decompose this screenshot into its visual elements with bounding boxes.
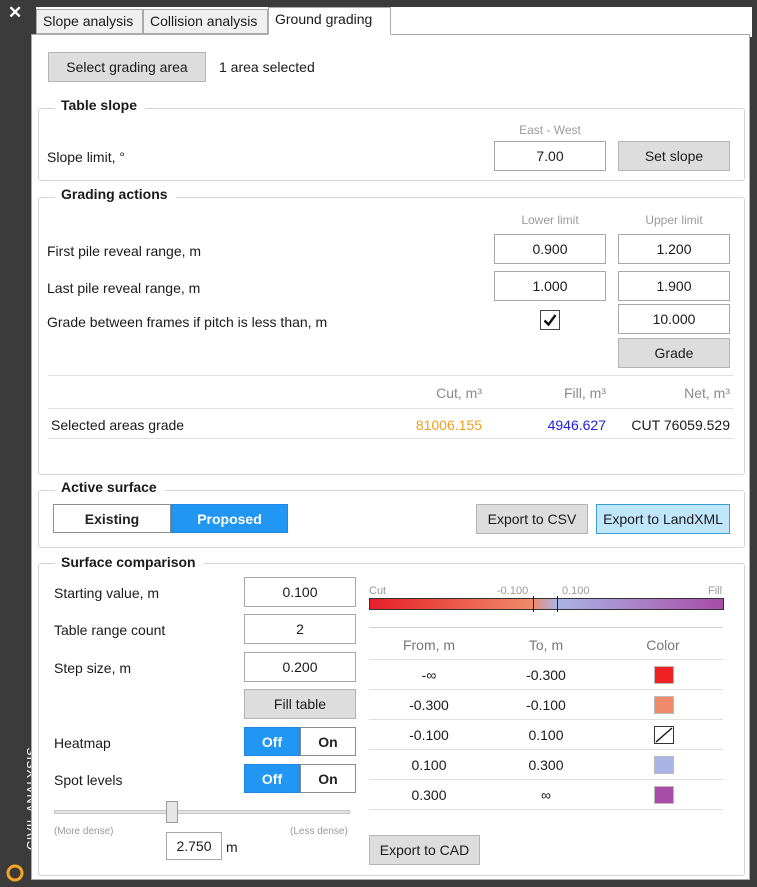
no-color-icon: [655, 727, 673, 743]
export-landxml-button[interactable]: Export to LandXML: [596, 504, 730, 534]
spot-levels-label: Spot levels: [54, 772, 123, 788]
frames-pitch-input[interactable]: 10.000: [618, 304, 730, 334]
range-row-to: 0.100: [528, 727, 564, 743]
gradient-fill-label: Fill: [708, 585, 723, 597]
range-color-swatch-none[interactable]: [654, 726, 674, 744]
range-color-header: Color: [646, 637, 680, 653]
lower-limit-header: Lower limit: [521, 213, 579, 227]
fill-value: 4946.627: [547, 417, 606, 433]
last-pile-label: Last pile reveal range, m: [47, 280, 201, 296]
slope-limit-input[interactable]: 7.00: [494, 141, 606, 171]
last-pile-upper-input[interactable]: 1.900: [618, 271, 730, 301]
cut-value: 81006.155: [415, 417, 482, 433]
first-pile-lower-input[interactable]: 0.900: [494, 234, 606, 264]
range-color-swatch[interactable]: [654, 696, 674, 714]
grade-button[interactable]: Grade: [618, 338, 730, 368]
gradient-high-label: 0.100: [562, 585, 590, 597]
slider-max-label: (Less dense): [290, 826, 348, 837]
last-pile-lower-input[interactable]: 1.000: [494, 271, 606, 301]
export-cad-button[interactable]: Export to CAD: [369, 835, 480, 865]
heatmap-gradient-bar: [369, 598, 724, 610]
range-table-top-divider: [369, 627, 723, 628]
results-header-divider: [48, 408, 734, 409]
first-pile-label: First pile reveal range, m: [47, 243, 202, 259]
export-csv-button[interactable]: Export to CSV: [476, 504, 588, 534]
cut-header: Cut, m³: [436, 385, 482, 401]
fill-table-button[interactable]: Fill table: [244, 689, 356, 719]
grade-between-frames-checkbox[interactable]: [540, 310, 560, 330]
active-surface-title: Active surface: [55, 479, 165, 495]
density-slider-thumb[interactable]: [166, 801, 179, 823]
grading-actions-title: Grading actions: [55, 186, 176, 202]
surface-comparison-title: Surface comparison: [55, 554, 204, 570]
net-header: Net, m³: [684, 385, 730, 401]
gradient-low-marker: [533, 596, 534, 612]
step-size-input[interactable]: 0.200: [244, 652, 356, 682]
sidebar: ✕ CIVIL ANALYSIS: [0, 0, 39, 887]
density-slider-track[interactable]: [54, 810, 350, 814]
heatmap-off-toggle[interactable]: Off: [244, 727, 300, 756]
range-row-from: 0.300: [411, 787, 447, 803]
surface-existing-option[interactable]: Existing: [53, 504, 171, 533]
range-row-from: 0.100: [411, 757, 447, 773]
range-row-to: -0.300: [526, 667, 566, 683]
range-row-divider: [369, 749, 723, 750]
table-range-count-input[interactable]: 2: [244, 614, 356, 644]
slope-limit-label: Slope limit, °: [47, 149, 125, 165]
app-logo-icon: [6, 864, 24, 882]
range-header-divider: [369, 659, 723, 660]
set-slope-button[interactable]: Set slope: [618, 141, 730, 171]
range-row-from: -0.100: [409, 727, 449, 743]
tab-ground-grading[interactable]: Ground grading: [268, 7, 391, 35]
range-row-to: ∞: [541, 787, 551, 803]
range-row-divider: [369, 689, 723, 690]
grade-between-frames-label: Grade between frames if pitch is less th…: [47, 314, 328, 330]
net-value: CUT 76059.529: [631, 417, 730, 433]
gradient-low-label: -0.100: [497, 585, 529, 597]
gradient-cut-label: Cut: [369, 585, 387, 597]
results-bottom-divider: [48, 438, 734, 439]
upper-limit-header: Upper limit: [645, 213, 703, 227]
results-divider: [48, 375, 734, 376]
spot-levels-off-toggle[interactable]: Off: [244, 764, 300, 793]
slider-min-label: (More dense): [54, 826, 114, 837]
range-color-swatch[interactable]: [654, 756, 674, 774]
range-to-header: To, m: [528, 637, 564, 653]
spot-levels-on-toggle[interactable]: On: [300, 764, 356, 793]
gradient-high-marker: [557, 596, 558, 612]
range-table-bottom-divider: [369, 809, 723, 810]
range-row-from: -0.300: [409, 697, 449, 713]
checkmark-icon: [543, 314, 557, 327]
area-status: 1 area selected: [219, 59, 315, 75]
close-icon[interactable]: ✕: [8, 4, 22, 22]
range-row-divider: [369, 719, 723, 720]
heatmap-on-toggle[interactable]: On: [300, 727, 356, 756]
selected-areas-grade-label: Selected areas grade: [51, 417, 185, 433]
density-value-input[interactable]: 2.750: [166, 832, 222, 860]
select-grading-area-button[interactable]: Select grading area: [48, 52, 206, 82]
step-size-label: Step size, m: [54, 660, 132, 676]
table-slope-title: Table slope: [55, 97, 145, 113]
range-row-from: -∞: [421, 667, 437, 683]
fill-header: Fill, m³: [564, 385, 606, 401]
first-pile-upper-input[interactable]: 1.200: [618, 234, 730, 264]
density-unit-label: m: [226, 839, 238, 855]
range-from-header: From, m: [402, 637, 456, 653]
surface-proposed-option[interactable]: Proposed: [171, 504, 288, 533]
range-row-to: 0.300: [528, 757, 564, 773]
starting-value-input[interactable]: 0.100: [244, 577, 356, 607]
table-range-count-label: Table range count: [54, 622, 166, 638]
range-color-swatch[interactable]: [654, 786, 674, 804]
starting-value-label: Starting value, m: [54, 585, 160, 601]
range-color-swatch[interactable]: [654, 666, 674, 684]
tab-collision-analysis[interactable]: Collision analysis: [143, 9, 268, 34]
slope-direction-label: East - West: [519, 123, 581, 137]
tab-slope-analysis[interactable]: Slope analysis: [36, 9, 143, 34]
heatmap-label: Heatmap: [54, 735, 111, 751]
range-row-to: -0.100: [526, 697, 566, 713]
range-row-divider: [369, 779, 723, 780]
